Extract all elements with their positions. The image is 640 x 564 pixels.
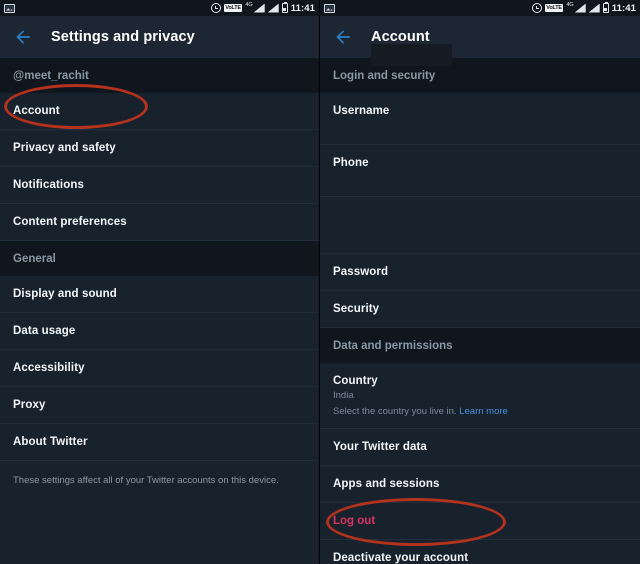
sidebar-item-display-and-sound[interactable]: Display and sound [0,276,319,313]
sidebar-item-about-twitter[interactable]: About Twitter [0,424,319,461]
sidebar-item-content-preferences[interactable]: Content preferences [0,204,319,241]
list-item-label: Country [333,375,378,387]
country-description-text: Select the country you live in. [333,406,457,417]
logout-label: Log out [333,515,376,527]
left-app-bar: Settings and privacy [0,16,319,58]
list-item-phone[interactable]: Phone [320,145,640,197]
battery-icon [281,1,288,13]
list-item-label: About Twitter [13,436,88,448]
list-item-your-twitter-data[interactable]: Your Twitter data [320,429,640,466]
list-item-label: Privacy and safety [13,142,116,154]
status-bar-left [4,3,211,13]
clock-label: 11:41 [611,2,636,14]
list-item-apps-and-sessions[interactable]: Apps and sessions [320,466,640,503]
sidebar-item-notifications[interactable]: Notifications [0,167,319,204]
list-item-label: Accessibility [13,362,85,374]
list-item-password[interactable]: Password [320,254,640,291]
section-header-login-and-security: Login and security [320,58,640,93]
sidebar-item-proxy[interactable]: Proxy [0,387,319,424]
status-bar: VoLTE 4G 11:41 [320,0,640,16]
list-item-label: Username [333,105,390,117]
battery-icon [602,1,609,13]
network-type-label: 4G [566,2,574,8]
signal-bars-icon-secondary [267,3,279,13]
right-account-list: Login and security Username Phone Passwo… [320,58,640,564]
status-bar: VoLTE 4G 11:41 [0,0,319,16]
learn-more-link[interactable]: Learn more [459,406,508,417]
left-settings-list: @meet_rachit Account Privacy and safety … [0,58,319,500]
status-bar-right: VoLTE 4G 11:41 [531,1,636,14]
alarm-icon [210,3,221,13]
logout-button[interactable]: Log out [320,503,640,540]
sidebar-item-account[interactable]: Account [0,93,319,130]
list-item-label: Password [333,266,389,278]
back-arrow-icon[interactable] [333,27,353,47]
section-header-data-and-permissions: Data and permissions [320,328,640,363]
list-item-label: Apps and sessions [333,478,440,490]
network-type-label: 4G [245,2,253,8]
sidebar-item-accessibility[interactable]: Accessibility [0,350,319,387]
clock-label: 11:41 [290,2,315,14]
right-app-bar: Account [320,16,640,66]
list-item-username[interactable]: Username [320,93,640,145]
right-phone-screen: VoLTE 4G 11:41 Account Login and securit… [320,0,640,564]
signal-bars-icon [574,3,586,13]
settings-footnote: These settings affect all of your Twitte… [13,475,279,486]
signal-bars-icon [253,3,265,13]
screenshot-icon [324,3,335,13]
left-phone-screen: VoLTE 4G 11:41 Settings and privacy @mee… [0,0,320,564]
list-item-label: Notifications [13,179,84,191]
country-value: India [333,390,354,401]
sidebar-item-privacy-and-safety[interactable]: Privacy and safety [0,130,319,167]
dual-screenshot-container: VoLTE 4G 11:41 Settings and privacy @mee… [0,0,640,564]
sidebar-item-data-usage[interactable]: Data usage [0,313,319,350]
section-header-general: General [0,241,319,276]
list-item-label: Account [13,105,60,117]
list-item-label: Content preferences [13,216,127,228]
list-item-security[interactable]: Security [320,291,640,328]
account-handle-header: @meet_rachit [0,58,319,93]
volte-badge: VoLTE [223,4,243,12]
list-item-label: Security [333,303,380,315]
page-title: Account [371,29,430,45]
deactivate-account-button[interactable]: Deactivate your account [320,540,640,564]
list-item-country[interactable]: Country India [320,363,640,405]
list-item-label: Your Twitter data [333,441,427,453]
screenshot-icon [4,3,15,13]
list-item-label [333,209,627,221]
list-item-label: Display and sound [13,288,117,300]
list-item-obscured[interactable] [320,197,640,254]
page-title: Settings and privacy [51,29,195,45]
back-arrow-icon[interactable] [13,27,33,47]
list-item-label: Proxy [13,399,46,411]
country-description: Select the country you live in. Learn mo… [320,405,640,429]
status-bar-right: VoLTE 4G 11:41 [210,1,315,14]
list-item-label: Phone [333,157,369,169]
redacted-handle-box [371,44,452,66]
signal-bars-icon-secondary [588,3,600,13]
volte-badge: VoLTE [544,4,564,12]
alarm-icon [531,3,542,13]
list-item-label: Data usage [13,325,76,337]
status-bar-left [324,3,532,13]
deactivate-label: Deactivate your account [333,552,469,564]
